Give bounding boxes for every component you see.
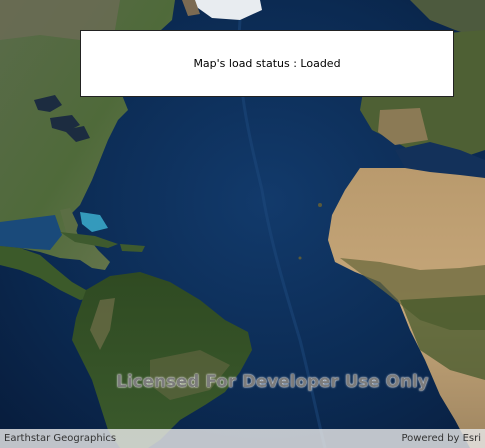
powered-by-esri[interactable]: Powered by Esri — [401, 433, 481, 444]
developer-watermark: Licensed For Developer Use Only — [116, 372, 429, 391]
attribution-text[interactable]: Earthstar Geographics — [4, 433, 116, 444]
attribution-bar: Earthstar Geographics Powered by Esri — [0, 429, 485, 448]
load-status-label: Map's load status : Loaded — [193, 57, 341, 70]
status-panel: Map's load status : Loaded — [80, 30, 454, 97]
